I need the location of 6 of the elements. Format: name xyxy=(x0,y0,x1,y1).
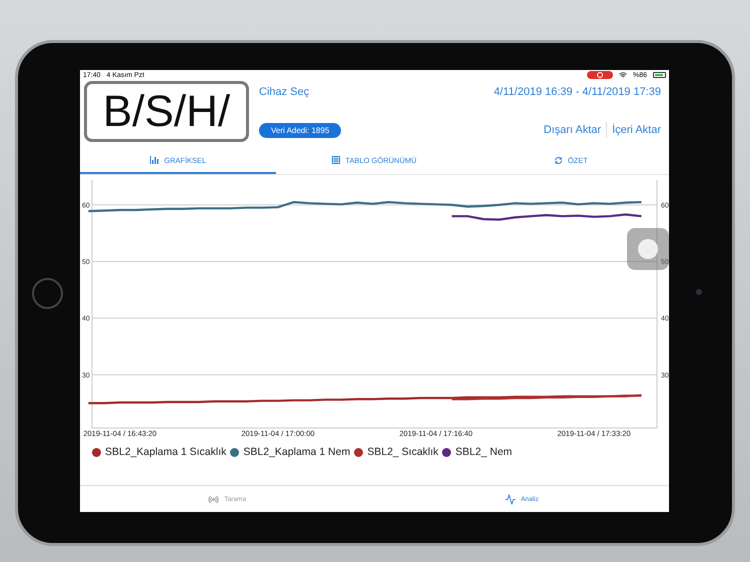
legend-label: SBL2_ Sıcaklık xyxy=(367,446,438,458)
legend-label: SBL2_Kaplama 1 Sıcaklık xyxy=(105,446,226,458)
logo: B/S/H/ xyxy=(84,81,249,142)
legend-label: SBL2_Kaplama 1 Nem xyxy=(243,446,350,458)
legend-label: SBL2_ Nem xyxy=(455,446,512,458)
record-count-badge: Veri Adedi: 1895 xyxy=(259,123,342,138)
